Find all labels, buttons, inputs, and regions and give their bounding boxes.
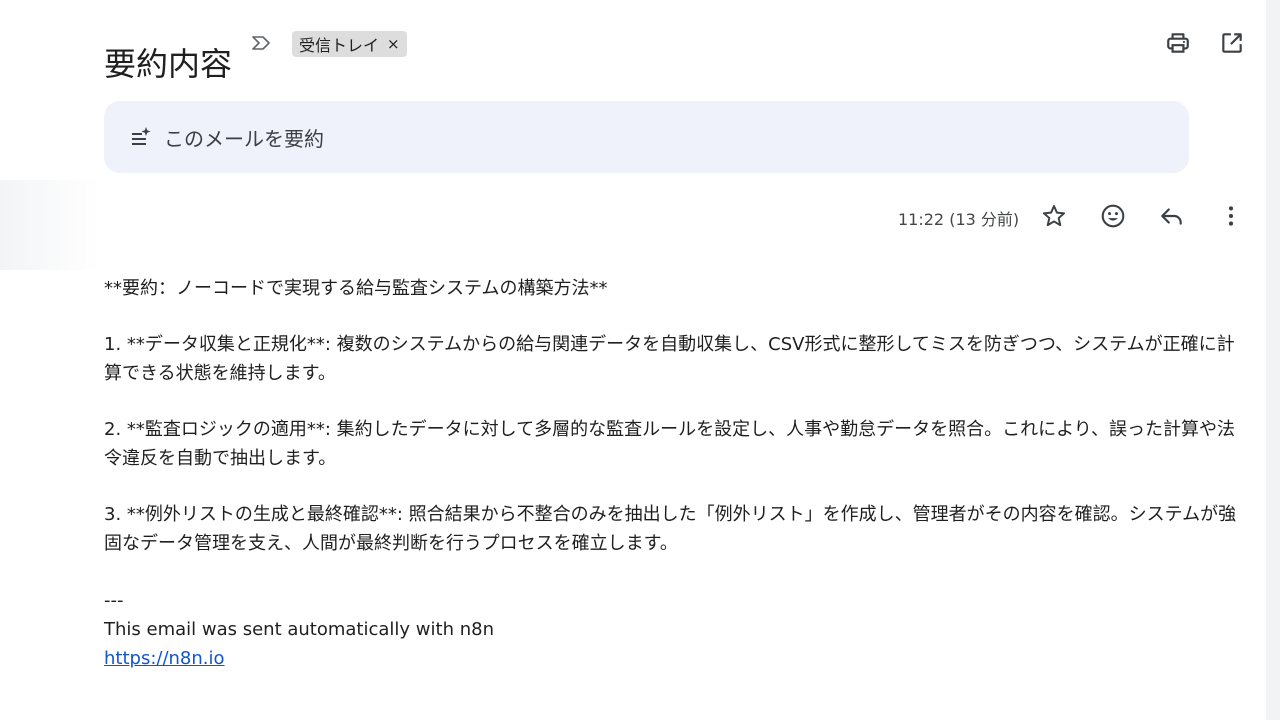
star-button[interactable] — [1037, 201, 1071, 235]
more-vertical-icon — [1218, 203, 1244, 233]
n8n-link[interactable]: https://n8n.io — [104, 648, 225, 669]
summary-item: 1. **データ収集と正規化**: 複数のシステムからの給与関連データを自動収集… — [104, 334, 1235, 384]
star-icon — [1041, 203, 1067, 233]
remove-label-button[interactable]: × — [387, 35, 400, 53]
more-options-button[interactable] — [1214, 201, 1248, 235]
signature-separator: --- — [104, 590, 124, 611]
summary-item: 3. **例外リストの生成と最終確認**: 照合結果から不整合のみを抽出した「例… — [104, 504, 1237, 554]
label-chip-inbox[interactable]: 受信トレイ × — [292, 31, 407, 57]
open-in-new-window-button[interactable] — [1217, 30, 1247, 60]
emoji-reaction-icon — [1100, 203, 1126, 233]
sender-avatar-area — [0, 180, 100, 270]
scrollbar-gutter[interactable] — [1266, 0, 1280, 720]
email-timestamp: 11:22 (13 分前) — [898, 210, 1020, 229]
email-body: **要約：ノーコードで実現する給与監査システムの構築方法** 1. **データ収… — [104, 274, 1244, 673]
summary-item: 2. **監査ロジックの適用**: 集約したデータに対して多層的な監査ルールを設… — [104, 419, 1236, 469]
summarize-label: このメールを要約 — [164, 126, 324, 151]
summarize-sparkle-icon — [130, 126, 152, 148]
email-view: 要約内容 受信トレイ × このメールを要約 11:22 (13 分前) **要約… — [0, 0, 1280, 720]
print-icon — [1165, 30, 1191, 60]
add-reaction-button[interactable] — [1096, 201, 1130, 235]
reply-icon — [1159, 203, 1185, 233]
open-in-new-window-icon — [1219, 30, 1245, 60]
summarize-email-button[interactable]: このメールを要約 — [104, 101, 1189, 173]
importance-marker-icon[interactable] — [250, 34, 272, 52]
print-button[interactable] — [1163, 30, 1193, 60]
signature-text: This email was sent automatically with n… — [104, 619, 494, 640]
email-subject: 要約内容 — [104, 45, 233, 84]
reply-button[interactable] — [1155, 201, 1189, 235]
summary-title: **要約：ノーコードで実現する給与監査システムの構築方法** — [104, 278, 608, 299]
label-chip-text: 受信トレイ — [299, 36, 380, 55]
